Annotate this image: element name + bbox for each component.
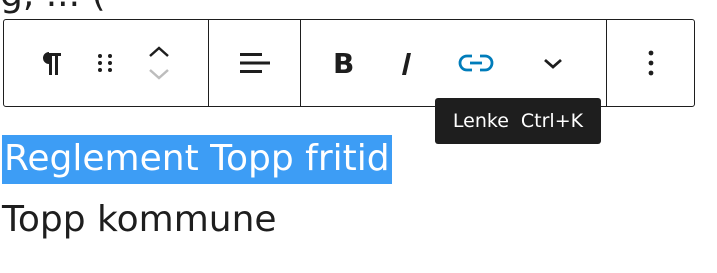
formatting-group: B <box>300 20 606 106</box>
align-left-icon <box>238 49 272 77</box>
bold-icon: B <box>332 49 354 77</box>
paragraph-block-button[interactable] <box>28 35 74 91</box>
options-button[interactable] <box>626 35 676 91</box>
move-up-button[interactable] <box>139 41 179 63</box>
align-button[interactable] <box>227 35 283 91</box>
more-rich-text-button[interactable] <box>523 35 583 91</box>
link-icon <box>458 51 494 75</box>
move-up-down-control <box>136 35 182 91</box>
move-down-button[interactable] <box>139 63 179 85</box>
clipped-text-above: g, ... ( <box>0 0 717 14</box>
svg-text:B: B <box>333 49 354 77</box>
italic-button[interactable] <box>373 35 439 91</box>
block-controls-group <box>4 20 208 106</box>
drag-handle-icon <box>95 49 115 77</box>
subtitle-paragraph[interactable]: Topp kommune <box>2 199 277 240</box>
selected-heading[interactable]: Reglement Topp fritid <box>2 135 392 184</box>
selected-text[interactable]: Reglement Topp fritid <box>2 135 392 184</box>
tooltip-label: Lenke <box>452 110 509 132</box>
chevron-up-icon <box>147 44 171 60</box>
link-tooltip: Lenke Ctrl+K <box>435 98 601 144</box>
link-button[interactable] <box>443 35 509 91</box>
tooltip-shortcut: Ctrl+K <box>520 110 584 132</box>
paragraph-icon <box>39 49 63 77</box>
alignment-group <box>208 20 300 106</box>
options-group <box>606 20 694 106</box>
chevron-down-icon <box>147 66 171 82</box>
drag-handle-button[interactable] <box>74 35 136 91</box>
block-toolbar: B <box>3 19 695 107</box>
italic-icon <box>398 49 414 77</box>
chevron-down-icon <box>542 55 564 71</box>
bold-button[interactable]: B <box>323 35 363 91</box>
more-vertical-icon <box>647 48 655 78</box>
